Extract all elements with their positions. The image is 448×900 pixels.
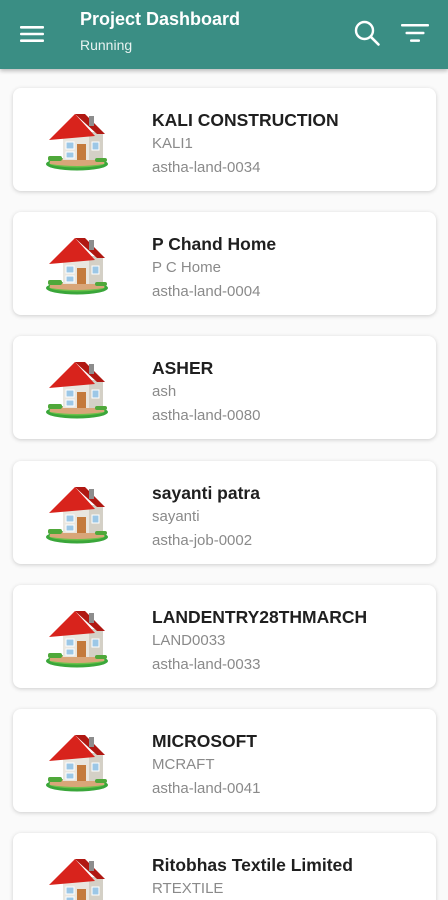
- project-name: sayanti patra: [152, 483, 260, 503]
- project-name: LANDENTRY28THMARCH: [152, 607, 368, 627]
- project-code: MCRAFT: [152, 756, 215, 773]
- house-icon: [43, 354, 111, 422]
- project-name: MICROSOFT: [152, 731, 257, 751]
- project-info: P Chand Home P C Home astha-land-0004: [152, 232, 428, 304]
- menu-icon: [20, 26, 44, 42]
- project-card[interactable]: Ritobhas Textile Limited RTEXTILE: [13, 833, 436, 900]
- menu-button[interactable]: [14, 16, 50, 52]
- project-name: ASHER: [152, 358, 214, 378]
- project-card[interactable]: P Chand Home P C Home astha-land-0004: [13, 212, 436, 315]
- filter-button[interactable]: [396, 14, 434, 52]
- project-card[interactable]: ASHER ash astha-land-0080: [13, 336, 436, 439]
- project-code: P C Home: [152, 259, 221, 276]
- project-code: sayanti: [152, 508, 200, 525]
- project-code: KALI1: [152, 135, 193, 152]
- title-block: Project Dashboard Running: [80, 7, 240, 55]
- project-ref: astha-land-0041: [152, 780, 261, 797]
- project-name: P Chand Home: [152, 234, 277, 254]
- project-ref: astha-land-0080: [152, 407, 261, 424]
- house-icon: [43, 603, 111, 671]
- house-icon: [43, 851, 111, 900]
- house-icon: [43, 106, 111, 174]
- house-icon: [43, 230, 111, 298]
- project-card[interactable]: sayanti patra sayanti astha-job-0002: [13, 461, 436, 564]
- project-info: sayanti patra sayanti astha-job-0002: [152, 481, 428, 553]
- filter-icon: [401, 24, 429, 42]
- project-info: LANDENTRY28THMARCH LAND0033 astha-land-0…: [152, 605, 428, 677]
- project-card[interactable]: KALI CONSTRUCTION KALI1 astha-land-0034: [13, 88, 436, 191]
- project-card[interactable]: MICROSOFT MCRAFT astha-land-0041: [13, 709, 436, 812]
- search-button[interactable]: [348, 14, 386, 52]
- project-info: Ritobhas Textile Limited RTEXTILE: [152, 853, 428, 900]
- project-code: ash: [152, 383, 177, 400]
- project-list: KALI CONSTRUCTION KALI1 astha-land-0034 …: [0, 69, 448, 900]
- search-icon: [354, 20, 380, 46]
- house-icon: [43, 479, 111, 547]
- status-subtitle: Running: [80, 37, 133, 53]
- project-ref: astha-job-0002: [152, 532, 253, 549]
- project-code: RTEXTILE: [152, 880, 224, 897]
- project-code: LAND0033: [152, 632, 226, 649]
- project-name: KALI CONSTRUCTION: [152, 110, 339, 130]
- page-title: Project Dashboard: [80, 9, 241, 29]
- project-name: Ritobhas Textile Limited: [152, 855, 353, 875]
- project-info: MICROSOFT MCRAFT astha-land-0041: [152, 729, 428, 801]
- project-card[interactable]: LANDENTRY28THMARCH LAND0033 astha-land-0…: [13, 585, 436, 688]
- project-info: KALI CONSTRUCTION KALI1 astha-land-0034: [152, 108, 428, 180]
- project-ref: astha-land-0004: [152, 283, 261, 300]
- house-icon: [43, 727, 111, 795]
- app-bar: Project Dashboard Running: [0, 0, 448, 69]
- project-ref: astha-land-0034: [152, 159, 261, 176]
- project-info: ASHER ash astha-land-0080: [152, 356, 428, 428]
- project-ref: astha-land-0033: [152, 656, 261, 673]
